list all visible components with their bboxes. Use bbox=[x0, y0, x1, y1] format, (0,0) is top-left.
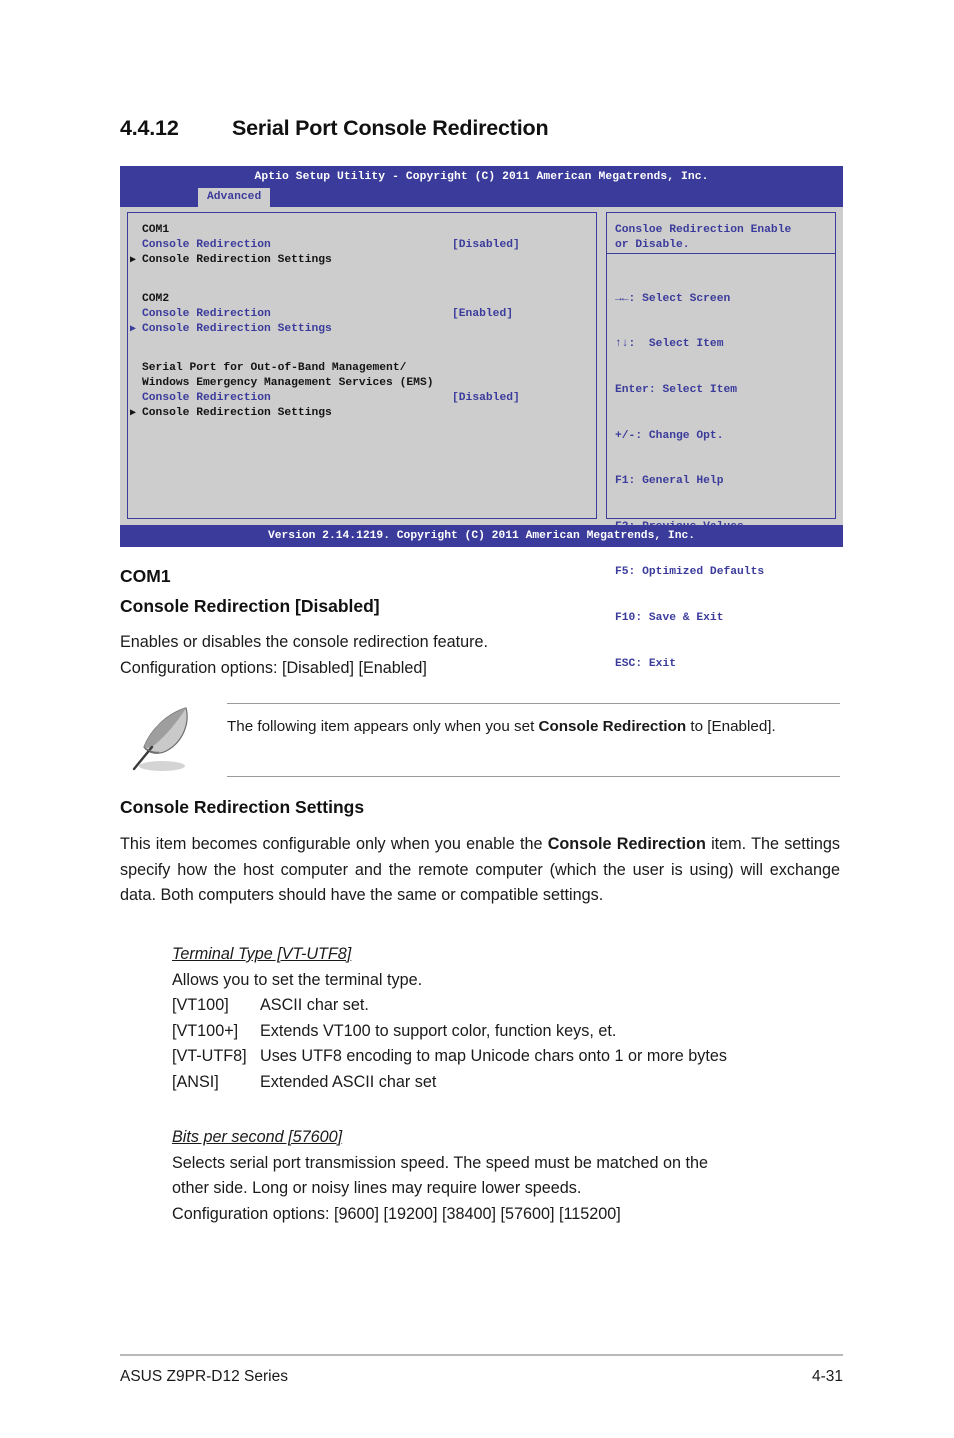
key-legend-f1: F1: General Help bbox=[615, 475, 724, 488]
submenu-arrow-icon: ▶ bbox=[130, 408, 137, 420]
menu-item-value: [Enabled] bbox=[452, 308, 514, 320]
bios-body: COM1 Console Redirection [Disabled] ▶ Co… bbox=[120, 207, 843, 670]
terminal-type-block: Terminal Type [VT-UTF8] Allows you to se… bbox=[172, 942, 840, 1096]
key-legend-select-item-arrows: ↑↓: Select Item bbox=[615, 338, 724, 351]
terminal-type-option: [ANSI] Extended ASCII char set bbox=[172, 1070, 840, 1096]
settings-paragraph: This item becomes configurable only when… bbox=[120, 832, 840, 909]
group-label-ems-line2: Windows Emergency Management Services (E… bbox=[142, 376, 434, 389]
bits-per-second-line-3: Configuration options: [9600] [19200] [3… bbox=[172, 1204, 621, 1223]
heading-console-redirection-settings: Console Redirection Settings bbox=[120, 797, 365, 817]
key-legend-f5: F5: Optimized Defaults bbox=[615, 566, 765, 579]
bios-help-panel: Consloe Redirection Enable or Disable. →… bbox=[606, 212, 836, 670]
menu-item-value: [Disabled] bbox=[452, 239, 520, 252]
key-legend-select-screen: →←: Select Screen bbox=[615, 292, 731, 305]
option-key: [VT100] bbox=[172, 996, 229, 1015]
option-text: ASCII char set. bbox=[260, 996, 369, 1015]
menu-item-label: Console Redirection bbox=[142, 392, 271, 404]
quill-pen-icon bbox=[128, 703, 200, 777]
note-suffix: to [Enabled]. bbox=[686, 718, 776, 735]
menu-item-label: Console Redirection Settings bbox=[142, 407, 332, 420]
submenu-arrow-icon: ▶ bbox=[130, 255, 137, 267]
bios-titlebar: Aptio Setup Utility - Copyright (C) 2011… bbox=[120, 166, 843, 188]
key-legend-f10: F10: Save & Exit bbox=[615, 612, 724, 625]
bios-tabbar: Advanced bbox=[120, 188, 843, 207]
footer-divider bbox=[120, 1354, 843, 1356]
page-title: 4.4.12 Serial Port Console Redirection bbox=[120, 116, 840, 141]
note-callout: The following item appears only when you… bbox=[120, 703, 840, 777]
note-body: The following item appears only when you… bbox=[227, 703, 840, 777]
option-text: Extended ASCII char set bbox=[260, 1072, 437, 1091]
bits-per-second-line-2: other side. Long or noisy lines may requ… bbox=[172, 1179, 582, 1198]
settings-para-prefix: This item becomes configurable only when… bbox=[120, 835, 548, 853]
footer-product-name: ASUS Z9PR-D12 Series bbox=[120, 1368, 288, 1385]
terminal-type-option: [VT-UTF8] Uses UTF8 encoding to map Unic… bbox=[172, 1044, 840, 1070]
menu-item-console-redirection-ems[interactable]: Console Redirection [Disabled] bbox=[142, 391, 596, 406]
option-key: [ANSI] bbox=[172, 1072, 219, 1091]
bios-setup-screenshot: Aptio Setup Utility - Copyright (C) 2011… bbox=[120, 166, 843, 670]
help-line-1: Consloe Redirection Enable bbox=[615, 224, 792, 236]
menu-item-label: Console Redirection Settings bbox=[142, 254, 332, 267]
section-number: 4.4.12 bbox=[120, 116, 179, 140]
group-label-com2: COM2 bbox=[142, 292, 170, 305]
option-key: [VT100+] bbox=[172, 1021, 239, 1040]
bits-per-second-block: Bits per second [57600] Selects serial p… bbox=[172, 1125, 840, 1227]
option-key: [VT-UTF8] bbox=[172, 1047, 247, 1066]
menu-item-label: Console Redirection bbox=[142, 239, 271, 252]
menu-item-label: Console Redirection bbox=[142, 308, 271, 320]
menu-item-console-redirection-com2[interactable]: Console Redirection [Enabled] bbox=[142, 307, 596, 322]
heading-com1: COM1 bbox=[120, 566, 171, 586]
tab-advanced[interactable]: Advanced bbox=[198, 188, 271, 207]
menu-item-value: [Disabled] bbox=[452, 392, 520, 404]
terminal-type-option: [VT100+] Extends VT100 to support color,… bbox=[172, 1019, 840, 1045]
terminal-type-heading: Terminal Type [VT-UTF8] bbox=[172, 945, 352, 963]
submenu-arrow-icon: ▶ bbox=[130, 324, 137, 336]
terminal-type-description: Allows you to set the terminal type. bbox=[172, 970, 423, 989]
description-line-1: Enables or disables the console redirect… bbox=[120, 633, 489, 651]
bios-menu-panel: COM1 Console Redirection [Disabled] ▶ Co… bbox=[127, 212, 597, 519]
group-label-ems-line1: Serial Port for Out-of-Band Management/ bbox=[142, 361, 407, 374]
help-line-2: or Disable. bbox=[615, 239, 690, 252]
option-text: Uses UTF8 encoding to map Unicode chars … bbox=[260, 1047, 727, 1066]
menu-item-console-redirection-settings-com1[interactable]: ▶ Console Redirection Settings bbox=[130, 253, 596, 268]
group-label-com1: COM1 bbox=[142, 224, 170, 236]
option-text: Extends VT100 to support color, function… bbox=[260, 1021, 617, 1040]
settings-para-bold-term: Console Redirection bbox=[547, 835, 706, 853]
bits-per-second-heading: Bits per second [57600] bbox=[172, 1128, 343, 1146]
menu-item-console-redirection-settings-com2[interactable]: ▶ Console Redirection Settings bbox=[130, 322, 596, 337]
key-legend-enter: Enter: Select Item bbox=[615, 384, 738, 397]
description-line-2: Configuration options: [Disabled] [Enabl… bbox=[120, 658, 427, 677]
note-prefix: The following item appears only when you… bbox=[227, 718, 539, 735]
note-bold-term: Console Redirection bbox=[538, 718, 687, 735]
note-text: The following item appears only when you… bbox=[227, 715, 840, 738]
bios-help-text: Consloe Redirection Enable or Disable. bbox=[607, 213, 835, 255]
terminal-type-option: [VT100] ASCII char set. bbox=[172, 993, 840, 1019]
key-legend-change-opt: +/-: Change Opt. bbox=[615, 429, 724, 442]
bits-per-second-line-1: Selects serial port transmission speed. … bbox=[172, 1153, 708, 1172]
section-title: Serial Port Console Redirection bbox=[232, 116, 549, 140]
menu-item-console-redirection-com1[interactable]: Console Redirection [Disabled] bbox=[142, 238, 596, 253]
heading-console-redirection: Console Redirection [Disabled] bbox=[120, 596, 380, 616]
menu-item-label: Console Redirection Settings bbox=[142, 323, 332, 336]
console-redirection-description: Enables or disables the console redirect… bbox=[120, 630, 840, 681]
footer-page-number: 4-31 bbox=[811, 1368, 843, 1385]
menu-item-console-redirection-settings-ems[interactable]: ▶ Console Redirection Settings bbox=[130, 406, 596, 421]
